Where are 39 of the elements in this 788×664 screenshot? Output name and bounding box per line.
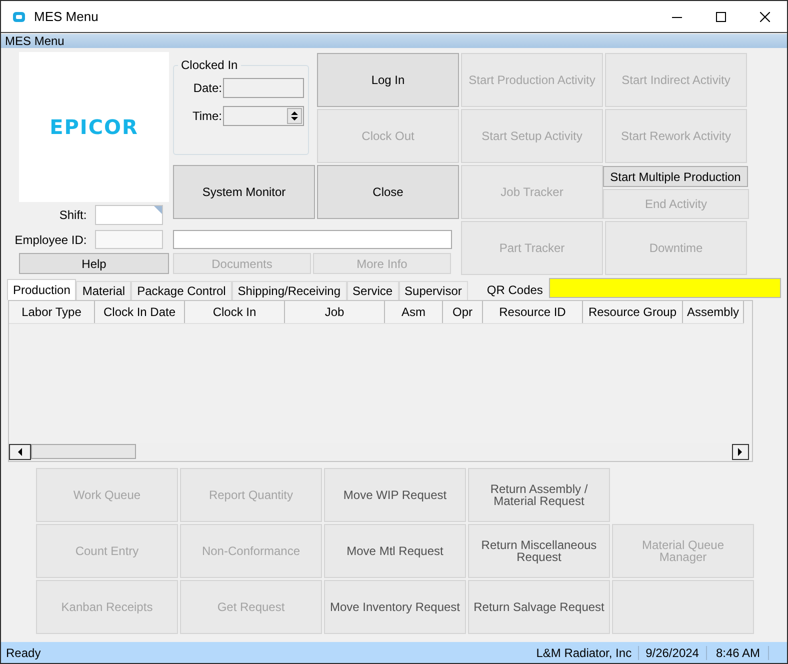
tab[interactable]: Package Control: [131, 281, 232, 300]
help-button[interactable]: Help: [19, 253, 169, 274]
field-label: QR Codes: [486, 282, 543, 296]
task-button[interactable]: Move WIP Request: [324, 468, 466, 522]
group-title: Clocked In: [180, 58, 239, 72]
status-time: 8:46 AM: [706, 646, 769, 660]
tab[interactable]: Supervisor: [398, 281, 468, 300]
field-label: Date:: [192, 81, 223, 95]
action-button[interactable]: System Monitor: [173, 165, 315, 219]
status-text: Ready: [5, 646, 41, 660]
column-header[interactable]: Labor Type: [9, 301, 95, 323]
column-header[interactable]: Opr: [443, 301, 483, 323]
column-header[interactable]: Resource Group: [583, 301, 683, 323]
action-button[interactable]: Close: [317, 165, 459, 219]
task-button[interactable]: Move Mtl Request: [324, 524, 466, 578]
column-header[interactable]: Clock In Date: [95, 301, 185, 323]
column-header[interactable]: Asm: [385, 301, 443, 323]
field-label: Time:: [191, 109, 223, 123]
field-label: Shift:: [58, 208, 88, 222]
action-button[interactable]: Log In: [317, 53, 459, 107]
menu-strip-title: MES Menu: [1, 34, 787, 48]
task-button[interactable]: Move Inventory Request: [324, 580, 466, 634]
company-name: L&M Radiator, Inc: [530, 646, 639, 660]
task-button[interactable]: Return Miscellaneous Request: [468, 524, 610, 578]
tab[interactable]: Shipping/Receiving: [232, 281, 347, 300]
field-label: Employee ID:: [14, 232, 88, 246]
task-button[interactable]: Return Assembly / Material Request: [468, 468, 610, 522]
column-header[interactable]: Resource ID: [483, 301, 583, 323]
tab[interactable]: Service: [346, 281, 399, 300]
logo-text: EPICOR: [50, 115, 138, 139]
column-header[interactable]: Job: [285, 301, 385, 323]
column-header[interactable]: Assembly: [683, 301, 744, 323]
tab[interactable]: Production: [7, 279, 76, 300]
task-button[interactable]: Return Salvage Request: [468, 580, 610, 634]
tab[interactable]: Material: [76, 281, 132, 300]
column-header[interactable]: Clock In: [185, 301, 285, 323]
action-button[interactable]: Start Multiple Production: [603, 166, 748, 187]
status-date: 9/26/2024: [638, 646, 707, 660]
window-title: MES Menu: [34, 9, 98, 24]
